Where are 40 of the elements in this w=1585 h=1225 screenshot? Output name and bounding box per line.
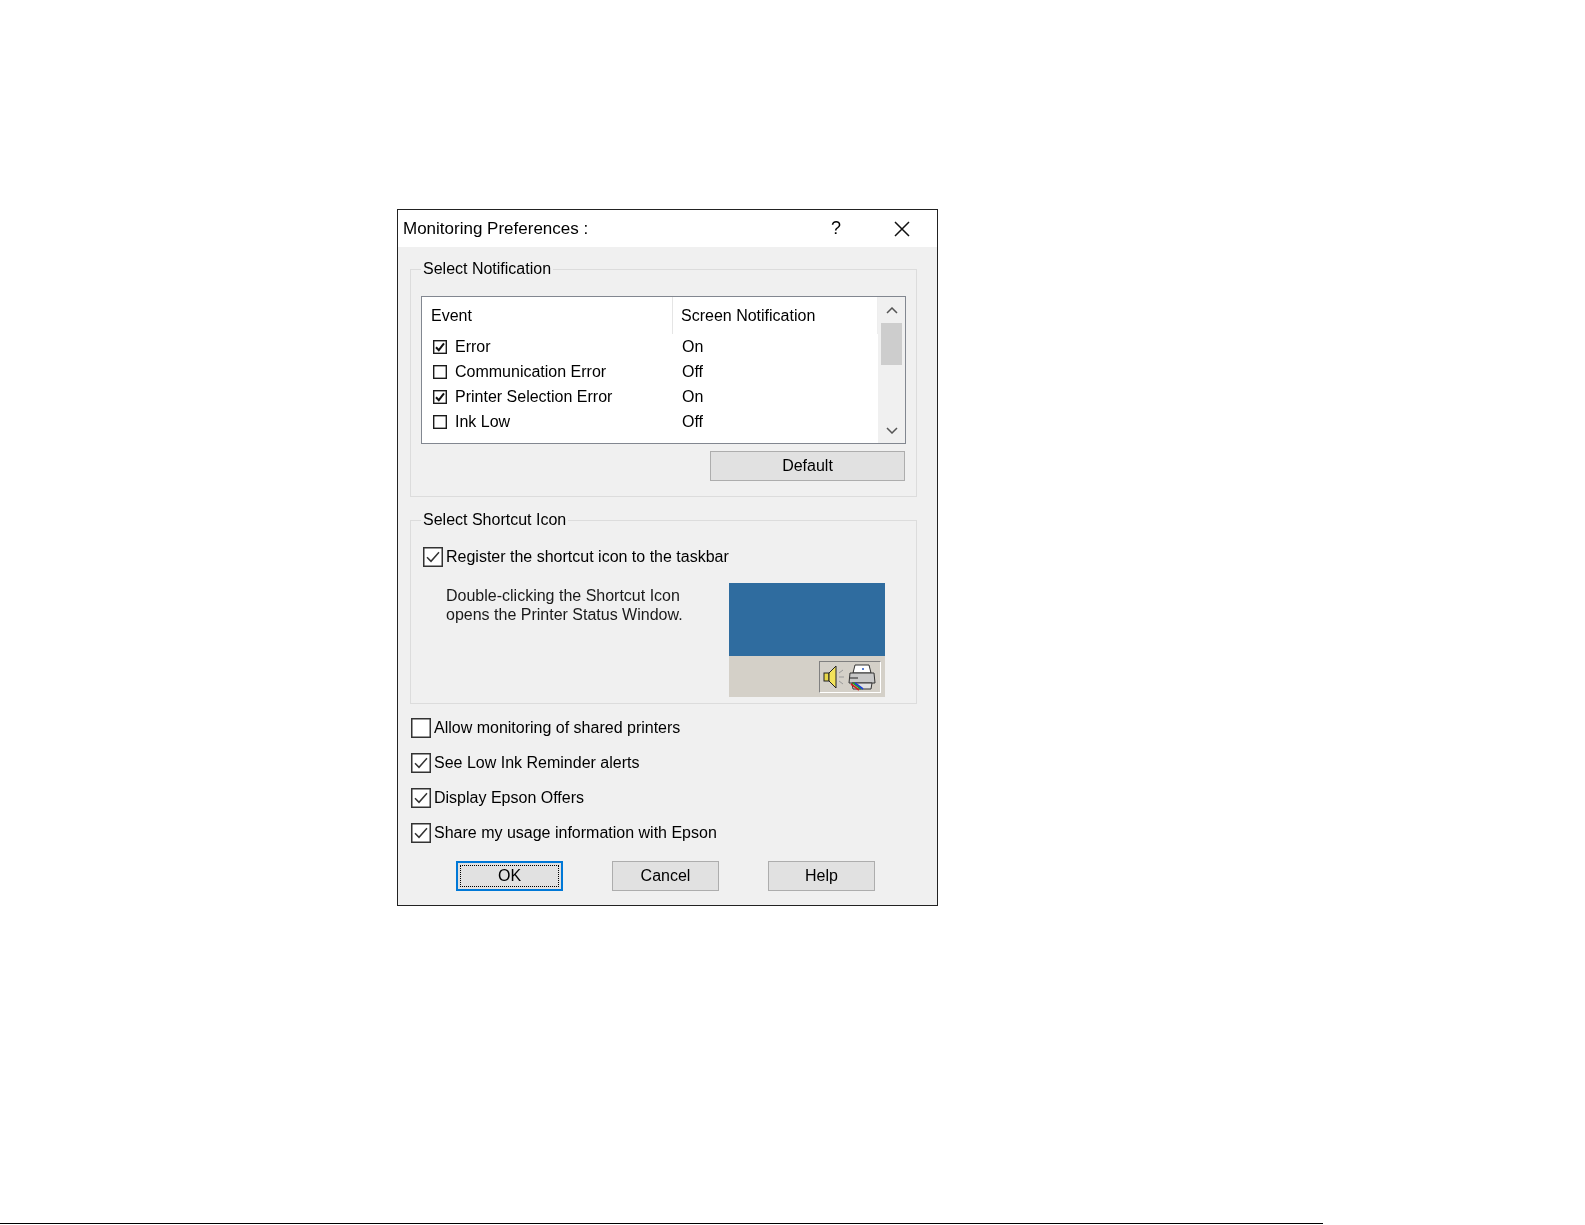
- event-name: Printer Selection Error: [455, 387, 613, 406]
- notification-value: On: [681, 337, 704, 356]
- checkbox-label[interactable]: Allow monitoring of shared printers: [434, 719, 681, 737]
- dialog-button[interactable]: Help: [768, 861, 875, 891]
- dialog-button[interactable]: Cancel: [612, 861, 719, 891]
- printer-icon: [847, 663, 877, 691]
- scrollbar-track[interactable]: [878, 297, 905, 443]
- column-header[interactable]: Event: [422, 297, 673, 334]
- notification-value: On: [681, 387, 704, 406]
- checkbox[interactable]: [411, 788, 431, 808]
- checkbox-label[interactable]: Register the shortcut icon to the taskbar: [446, 548, 729, 566]
- checkbox[interactable]: [433, 364, 447, 379]
- checkbox[interactable]: [433, 389, 447, 404]
- checkbox[interactable]: [433, 339, 447, 354]
- event-name: Error: [455, 337, 491, 356]
- checkbox[interactable]: [411, 753, 431, 773]
- event-name: Communication Error: [455, 362, 607, 381]
- dialog-button[interactable]: OK: [456, 861, 563, 891]
- description-text: Double-clicking the Shortcut Icon opens the Printer Status Window.: [446, 586, 684, 625]
- checkbox-label[interactable]: See Low Ink Reminder alerts: [434, 754, 640, 772]
- checkbox-label[interactable]: Display Epson Offers: [434, 789, 584, 807]
- help-button[interactable]: ?: [814, 213, 858, 244]
- checkbox[interactable]: [411, 823, 431, 843]
- close-icon: [894, 220, 910, 237]
- chevron-down-icon[interactable]: [885, 426, 898, 434]
- window-title: Monitoring Preferences :: [403, 218, 590, 239]
- chevron-up-icon[interactable]: [885, 306, 898, 314]
- notification-value: Off: [681, 412, 704, 431]
- checkbox[interactable]: [411, 718, 431, 738]
- default-button[interactable]: Default: [710, 451, 905, 481]
- checkbox[interactable]: [423, 547, 443, 567]
- checkbox[interactable]: [433, 414, 447, 429]
- scrollbar-thumb[interactable]: [881, 323, 902, 365]
- speaker-icon: [823, 664, 845, 690]
- event-list[interactable]: Event Screen Notification Error On Communication Error Off Printer Selection Error On Ink Low Off: [421, 296, 906, 444]
- group-title: Select Notification: [422, 259, 553, 279]
- event-name: Ink Low: [455, 412, 511, 431]
- notification-value: Off: [681, 362, 704, 381]
- group-title: Select Shortcut Icon: [422, 510, 568, 530]
- checkbox-label[interactable]: Share my usage information with Epson: [434, 824, 717, 842]
